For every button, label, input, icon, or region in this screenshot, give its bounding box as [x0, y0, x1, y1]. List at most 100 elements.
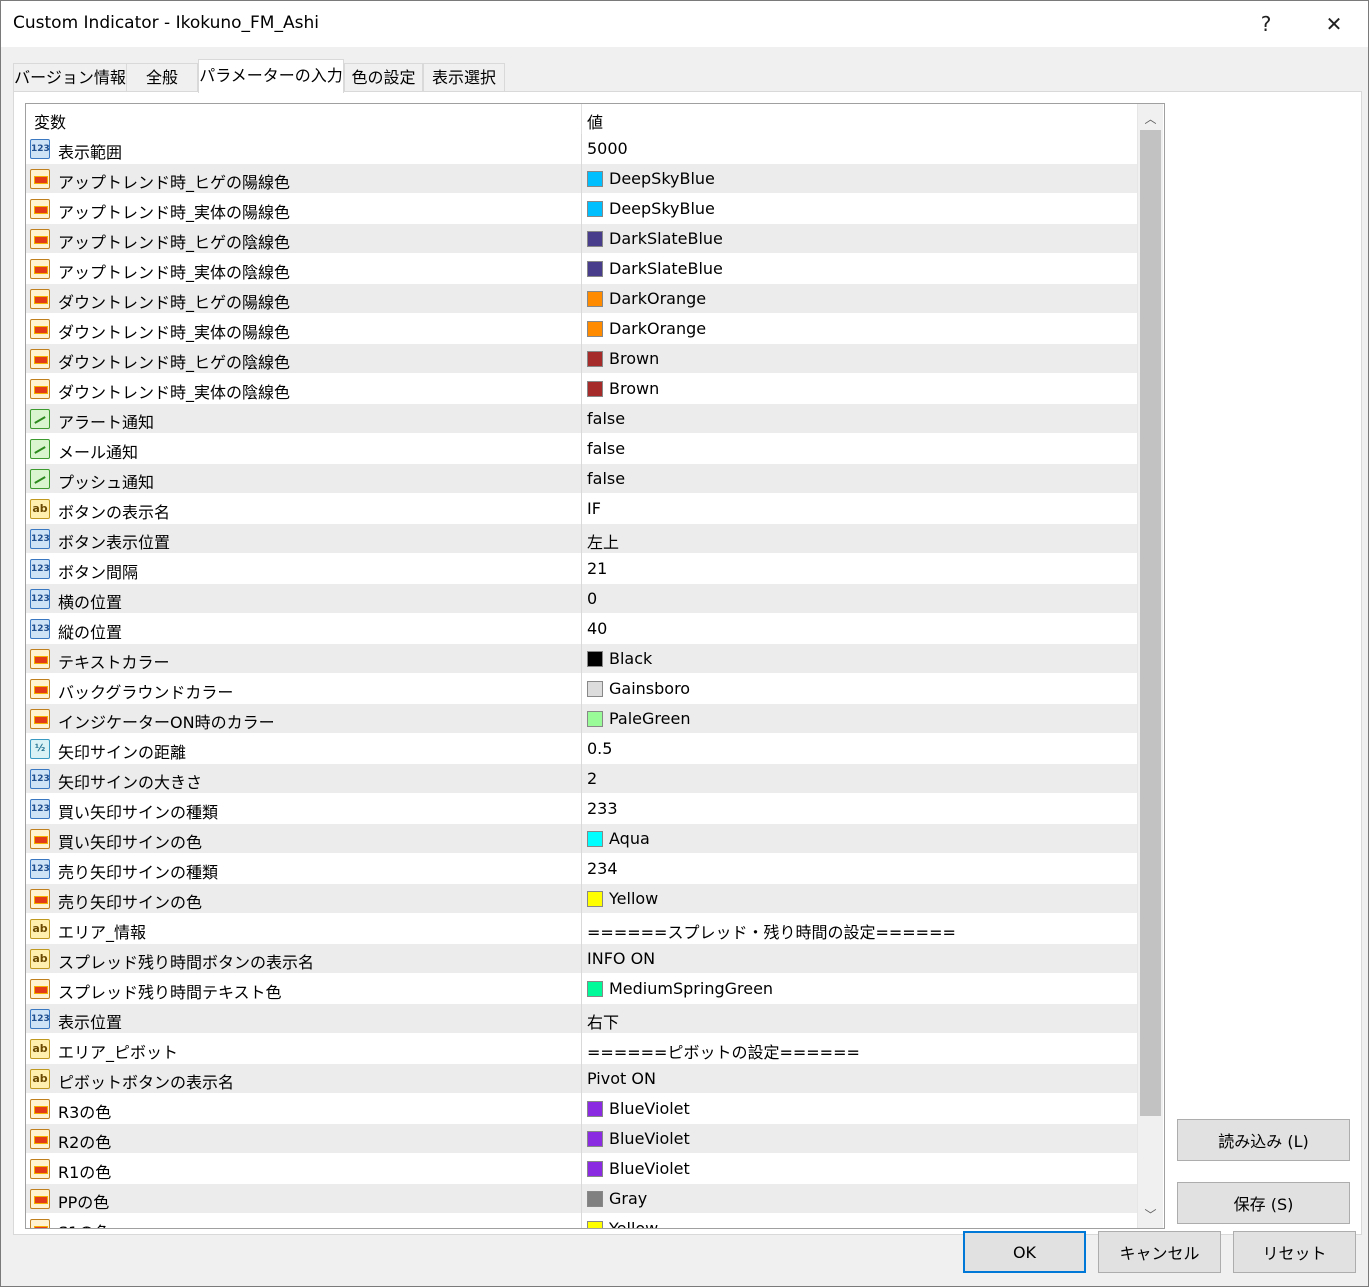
parameter-row[interactable]: 買い矢印サインの種類 233 [26, 794, 1138, 824]
parameter-row[interactable]: ダウントレンド時_ヒゲの陰線色 Brown [26, 344, 1138, 374]
parameter-row[interactable]: ダウントレンド時_ヒゲの陽線色 DarkOrange [26, 284, 1138, 314]
parameter-value[interactable]: 0.5 [587, 739, 612, 758]
parameter-row[interactable]: プッシュ通知 false [26, 464, 1138, 494]
grid-header: 変数 値 [26, 104, 1138, 135]
parameter-row[interactable]: ボタンの表示名 IF [26, 494, 1138, 524]
tab-version-info[interactable]: バージョン情報 [13, 63, 127, 92]
parameter-row[interactable]: S1の色 Yellow [26, 1214, 1138, 1228]
parameter-row[interactable]: アップトレンド時_ヒゲの陽線色 DeepSkyBlue [26, 164, 1138, 194]
scroll-thumb[interactable] [1140, 130, 1161, 1116]
parameter-value[interactable]: Yellow [587, 889, 658, 908]
parameter-row[interactable]: ボタン表示位置 左上 [26, 524, 1138, 554]
parameter-value[interactable]: DarkOrange [587, 289, 706, 308]
parameter-value[interactable]: Brown [587, 349, 659, 368]
parameter-row[interactable]: R2の色 BlueViolet [26, 1124, 1138, 1154]
tab-color-settings[interactable]: 色の設定 [344, 63, 423, 92]
load-button[interactable]: 読み込み (L) [1177, 1119, 1350, 1161]
parameter-name: R1の色 [58, 1163, 112, 1182]
parameter-row[interactable]: アップトレンド時_実体の陰線色 DarkSlateBlue [26, 254, 1138, 284]
color-swatch [587, 170, 603, 187]
parameter-value[interactable]: 0 [587, 589, 597, 608]
parameter-value[interactable]: ======スプレッド・残り時間の設定====== [587, 919, 956, 943]
parameter-row[interactable]: PPの色 Gray [26, 1184, 1138, 1214]
parameter-value[interactable]: IF [587, 499, 601, 518]
parameter-row[interactable]: 売り矢印サインの色 Yellow [26, 884, 1138, 914]
close-button[interactable]: ✕ [1301, 1, 1367, 47]
tab-input-parameters[interactable]: パラメーターの入力 [198, 59, 344, 93]
parameter-value[interactable]: 2 [587, 769, 597, 788]
parameter-value[interactable]: BlueViolet [587, 1129, 690, 1148]
column-divider[interactable] [581, 104, 582, 134]
parameter-row[interactable]: エリア_ピボット ======ピボットの設定====== [26, 1034, 1138, 1064]
parameter-value[interactable]: BlueViolet [587, 1159, 690, 1178]
save-button[interactable]: 保存 (S) [1177, 1182, 1350, 1224]
scroll-up-icon[interactable]: ︿ [1138, 106, 1163, 130]
parameter-value[interactable]: 233 [587, 799, 618, 818]
parameter-value[interactable]: DarkSlateBlue [587, 259, 723, 278]
column-header-variable[interactable]: 変数 [34, 109, 66, 133]
parameter-value[interactable]: DarkOrange [587, 319, 706, 338]
parameter-row[interactable]: テキストカラー Black [26, 644, 1138, 674]
parameter-value[interactable]: BlueViolet [587, 1099, 690, 1118]
parameter-value-text: false [587, 469, 626, 488]
parameter-row[interactable]: 縦の位置 40 [26, 614, 1138, 644]
parameter-value[interactable]: INFO ON [587, 949, 655, 968]
parameter-value[interactable]: false [587, 439, 625, 458]
parameter-row[interactable]: ダウントレンド時_実体の陰線色 Brown [26, 374, 1138, 404]
tab-visualization[interactable]: 表示選択 [423, 63, 505, 92]
parameter-value[interactable]: ======ピボットの設定====== [587, 1039, 860, 1063]
parameter-row[interactable]: 矢印サインの大きさ 2 [26, 764, 1138, 794]
parameter-value[interactable]: 5000 [587, 139, 628, 158]
parameter-value[interactable]: false [587, 469, 625, 488]
parameter-value[interactable]: 左上 [587, 529, 619, 553]
column-header-value[interactable]: 値 [587, 109, 603, 133]
parameter-value[interactable]: Gainsboro [587, 679, 690, 698]
parameter-value[interactable]: MediumSpringGreen [587, 979, 773, 998]
parameter-value[interactable]: false [587, 409, 625, 428]
parameter-row[interactable]: メール通知 false [26, 434, 1138, 464]
parameter-row[interactable]: スプレッド残り時間テキスト色 MediumSpringGreen [26, 974, 1138, 1004]
cancel-button[interactable]: キャンセル [1098, 1231, 1221, 1273]
parameter-value[interactable]: 右下 [587, 1009, 619, 1033]
parameter-value[interactable]: 234 [587, 859, 618, 878]
color-type-icon [30, 649, 50, 669]
parameter-value[interactable]: DeepSkyBlue [587, 169, 715, 188]
parameter-value[interactable]: PaleGreen [587, 709, 690, 728]
parameter-row[interactable]: アップトレンド時_ヒゲの陰線色 DarkSlateBlue [26, 224, 1138, 254]
parameter-value[interactable]: 21 [587, 559, 607, 578]
parameter-value[interactable]: Black [587, 649, 652, 668]
parameter-row[interactable]: アップトレンド時_実体の陽線色 DeepSkyBlue [26, 194, 1138, 224]
parameter-row[interactable]: インジケーターON時のカラー PaleGreen [26, 704, 1138, 734]
parameter-row[interactable]: 表示位置 右下 [26, 1004, 1138, 1034]
parameter-row[interactable]: ピボットボタンの表示名 Pivot ON [26, 1064, 1138, 1094]
parameter-row[interactable]: ボタン間隔 21 [26, 554, 1138, 584]
parameter-row[interactable]: エリア_情報 ======スプレッド・残り時間の設定====== [26, 914, 1138, 944]
parameter-row[interactable]: 買い矢印サインの色 Aqua [26, 824, 1138, 854]
parameter-value[interactable]: DarkSlateBlue [587, 229, 723, 248]
ok-button[interactable]: OK [963, 1231, 1086, 1273]
help-button[interactable]: ? [1233, 1, 1299, 47]
parameter-row[interactable]: バックグラウンドカラー Gainsboro [26, 674, 1138, 704]
parameter-value[interactable]: Yellow [587, 1219, 658, 1228]
parameter-row[interactable]: アラート通知 false [26, 404, 1138, 434]
parameter-value[interactable]: Pivot ON [587, 1069, 656, 1088]
scroll-down-icon[interactable]: ﹀ [1138, 1202, 1163, 1226]
parameter-value[interactable]: Gray [587, 1189, 647, 1208]
cell-divider [581, 134, 582, 164]
parameter-row[interactable]: 横の位置 0 [26, 584, 1138, 614]
parameter-row[interactable]: R3の色 BlueViolet [26, 1094, 1138, 1124]
vertical-scrollbar[interactable]: ︿ ﹀ [1137, 104, 1163, 1228]
parameter-row[interactable]: 矢印サインの距離 0.5 [26, 734, 1138, 764]
parameter-row[interactable]: スプレッド残り時間ボタンの表示名 INFO ON [26, 944, 1138, 974]
parameter-row[interactable]: R1の色 BlueViolet [26, 1154, 1138, 1184]
parameter-row[interactable]: ダウントレンド時_実体の陽線色 DarkOrange [26, 314, 1138, 344]
parameter-row[interactable]: 売り矢印サインの種類 234 [26, 854, 1138, 884]
parameter-value[interactable]: Aqua [587, 829, 650, 848]
parameter-value[interactable]: 40 [587, 619, 607, 638]
parameter-row[interactable]: 表示範囲 5000 [26, 134, 1138, 164]
reset-button[interactable]: リセット [1233, 1231, 1356, 1273]
color-type-icon [30, 289, 50, 309]
parameter-value[interactable]: Brown [587, 379, 659, 398]
parameter-value[interactable]: DeepSkyBlue [587, 199, 715, 218]
tab-general[interactable]: 全般 [126, 63, 198, 92]
